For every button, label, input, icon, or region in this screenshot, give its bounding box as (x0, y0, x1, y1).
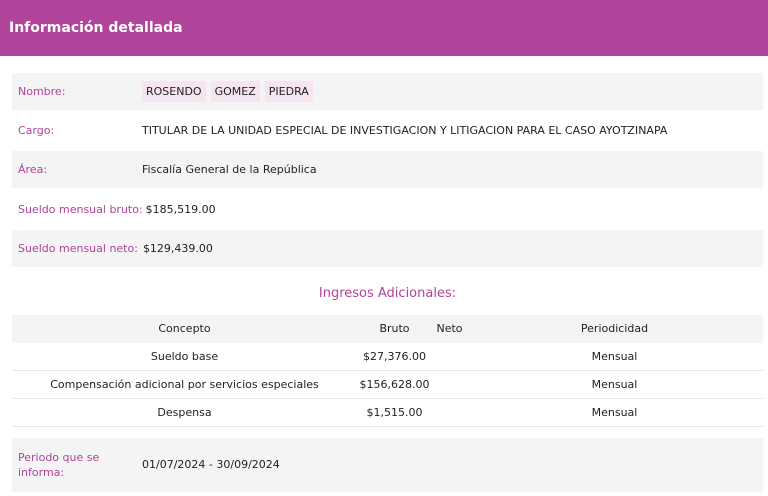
cell-neto (422, 371, 477, 399)
cargo-label: Cargo: (18, 124, 55, 137)
page-header: Información detallada (0, 0, 768, 56)
sueldo-bruto-row: Sueldo mensual bruto: $185,519.00 (12, 191, 763, 228)
nombre-label: Nombre: (18, 85, 66, 98)
table-row: Despensa $1,515.00 Mensual (12, 399, 763, 427)
sueldo-neto-value: $129,439.00 (142, 242, 213, 255)
col-periodicidad: Periodicidad (580, 322, 649, 335)
sueldo-neto-row: Sueldo mensual neto: $129,439.00 (12, 230, 763, 267)
sueldo-neto-label: Sueldo mensual neto: (18, 242, 138, 255)
cell-concepto: Despensa (157, 406, 212, 419)
name-chip: PIEDRA (264, 81, 313, 102)
cargo-row: Cargo: TITULAR DE LA UNIDAD ESPECIAL DE … (12, 112, 763, 149)
cell-periodicidad: Mensual (591, 350, 638, 363)
col-neto: Neto (436, 322, 463, 335)
area-row: Área: Fiscalía General de la República (12, 151, 763, 188)
cell-periodicidad: Mensual (591, 406, 638, 419)
area-label: Área: (18, 163, 48, 176)
table-row: Compensación adicional por servicios esp… (12, 371, 763, 399)
name-chip: GOMEZ (210, 81, 260, 102)
page-title: Información detallada (9, 20, 183, 36)
cell-neto (422, 399, 477, 427)
cell-periodicidad: Mensual (591, 378, 638, 391)
periodo-row: Periodo que se informa: 01/07/2024 - 30/… (12, 438, 763, 492)
ingresos-title: Ingresos Adicionales: (318, 286, 457, 301)
cell-neto (422, 343, 477, 371)
name-chip: ROSENDO (142, 81, 206, 102)
ingresos-table-header: Concepto Bruto Neto Periodicidad (12, 315, 763, 343)
sueldo-bruto-value: $185,519.00 (145, 203, 216, 216)
sueldo-bruto-label: Sueldo mensual bruto: (18, 203, 143, 216)
periodo-label: Periodo que se informa: (18, 451, 100, 479)
cell-concepto: Compensación adicional por servicios esp… (50, 378, 319, 391)
nombre-row: Nombre: ROSENDO GOMEZ PIEDRA (12, 73, 763, 110)
area-value: Fiscalía General de la República (142, 163, 317, 176)
cell-concepto: Sueldo base (150, 350, 219, 363)
cargo-value: TITULAR DE LA UNIDAD ESPECIAL DE INVESTI… (142, 124, 668, 137)
col-concepto: Concepto (158, 322, 211, 335)
table-row: Sueldo base $27,376.00 Mensual (12, 343, 763, 371)
periodo-value: 01/07/2024 - 30/09/2024 (142, 458, 280, 471)
